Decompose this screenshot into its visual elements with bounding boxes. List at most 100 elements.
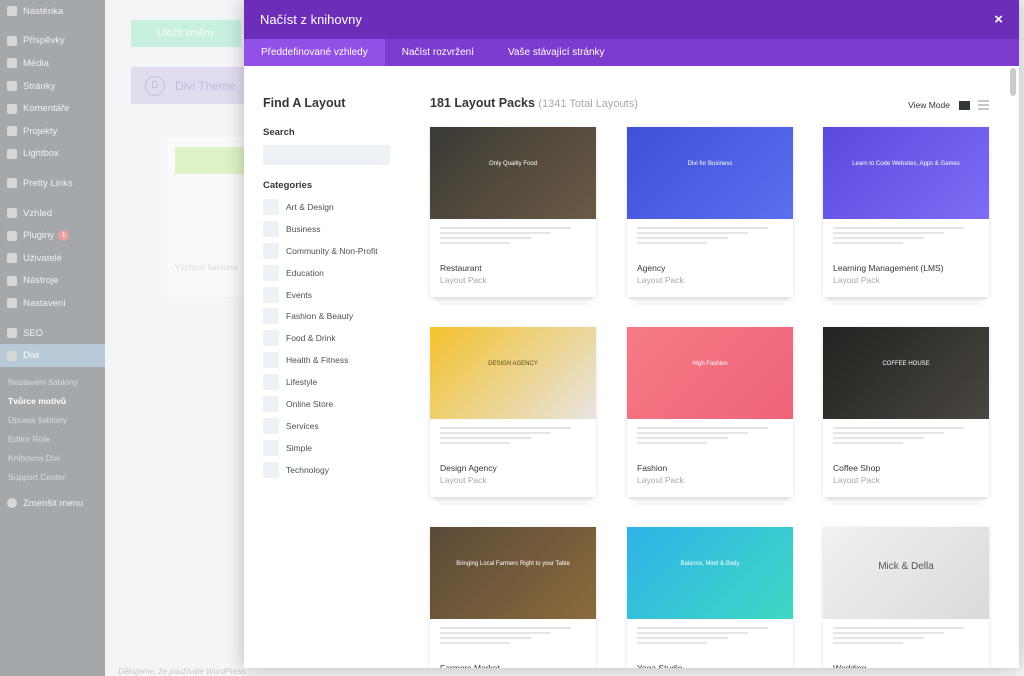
wp-submenu-item[interactable]: Tvůrce motivů: [0, 392, 105, 411]
category-checkbox[interactable]: [263, 242, 279, 259]
menu-item-label: Projekty: [23, 125, 58, 137]
menu-item-label: Příspěvky: [23, 35, 65, 47]
wp-menu-item[interactable]: Uživatelé: [0, 247, 105, 270]
layout-preview-image: Bringing Local Farmers Right to your Tab…: [430, 527, 596, 651]
category-checkbox[interactable]: [263, 374, 279, 391]
preview-hero: Divi for Business: [627, 127, 793, 219]
preview-hero: Mick & Della: [823, 527, 989, 619]
category-filter[interactable]: Events: [263, 284, 398, 306]
layout-pack-card[interactable]: Divi for Business Agency Layout Pack: [627, 127, 793, 305]
menu-item-label: Média: [23, 57, 49, 69]
menu-item-icon: [7, 58, 17, 69]
menu-item-label: Uživatelé: [23, 252, 63, 264]
layout-pack-card[interactable]: Learn to Code Websites, Apps & Games Lear…: [823, 127, 989, 305]
card-stack-shadow: [635, 501, 785, 505]
layout-pack-name: Restaurant: [440, 263, 482, 273]
preview-content-lines: [440, 227, 586, 247]
save-changes-button[interactable]: Uložit změny: [131, 20, 241, 47]
menu-item-icon: [7, 35, 17, 46]
layout-pack-card[interactable]: Mick & DellaWeddingLayout Pack: [823, 527, 989, 668]
category-filter[interactable]: Lifestyle: [263, 371, 398, 393]
grid-view-icon[interactable]: [959, 100, 970, 110]
wp-menu-item[interactable]: Vzhled: [0, 202, 105, 225]
category-checkbox[interactable]: [263, 330, 279, 347]
category-filter[interactable]: Education: [263, 262, 398, 284]
category-checkbox[interactable]: [263, 220, 279, 237]
find-layout-heading: Find A Layout: [263, 96, 346, 110]
wp-menu-item[interactable]: Komentáře: [0, 97, 105, 120]
category-filter[interactable]: Health & Fitness: [263, 349, 398, 371]
category-checkbox[interactable]: [263, 461, 279, 478]
wp-menu-item[interactable]: SEO: [0, 322, 105, 345]
scrollbar-thumb[interactable]: [1010, 68, 1016, 96]
category-checkbox[interactable]: [263, 264, 279, 281]
divi-theme-label: Divi Theme: [175, 78, 236, 93]
card-frame: Divi for Business Agency Layout Pack: [627, 127, 793, 297]
category-label: Events: [286, 289, 312, 300]
card-stack-shadow: [635, 301, 785, 305]
wp-menu-item[interactable]: Projekty: [0, 120, 105, 143]
wp-menu-item[interactable]: Nastavení: [0, 292, 105, 315]
layout-pack-card[interactable]: COFFEE HOUSE Coffee Shop Layout Pack: [823, 327, 989, 505]
wp-footer-text: Děkujeme, že používáte WordPress.: [118, 667, 248, 676]
category-filter[interactable]: Online Store: [263, 393, 398, 415]
library-modal: Načíst z knihovny × Předdefinované vzhle…: [244, 0, 1019, 668]
category-checkbox[interactable]: [263, 395, 279, 412]
category-filter[interactable]: Community & Non-Profit: [263, 240, 398, 262]
category-filter[interactable]: Business: [263, 218, 398, 240]
preview-content-lines: [440, 627, 586, 647]
wp-menu-item[interactable]: Příspěvky: [0, 30, 105, 53]
layout-preview-image: DESIGN AGENCY: [430, 327, 596, 451]
card-frame: COFFEE HOUSE Coffee Shop Layout Pack: [823, 327, 989, 497]
wp-submenu-item[interactable]: Knihovna Divi: [0, 449, 105, 468]
category-checkbox[interactable]: [263, 198, 279, 215]
wp-menu-item[interactable]: Lightbox: [0, 143, 105, 166]
wp-menu-item[interactable]: Divi: [0, 344, 105, 367]
wp-menu-item[interactable]: Stránky: [0, 75, 105, 98]
category-label: Health & Fitness: [286, 355, 349, 366]
category-checkbox[interactable]: [263, 417, 279, 434]
list-view-icon[interactable]: [978, 100, 989, 110]
menu-item-label: Divi: [23, 350, 39, 362]
category-filter[interactable]: Simple: [263, 437, 398, 459]
tab-existing-pages[interactable]: Vaše stávající stránky: [491, 39, 622, 66]
wp-menu-item[interactable]: Pluginy 1: [0, 224, 105, 247]
category-checkbox[interactable]: [263, 439, 279, 456]
tab-predefined-layouts[interactable]: Předdefinované vzhledy: [244, 39, 385, 66]
card-stack-shadow: [827, 497, 985, 501]
layout-pack-card[interactable]: Only Quality Food Restaurant Layout Pack: [430, 127, 596, 305]
layout-pack-card[interactable]: Balance, Mind & BodyYoga StudioLayout Pa…: [627, 527, 793, 668]
category-checkbox[interactable]: [263, 308, 279, 325]
wp-menu-item[interactable]: Média: [0, 52, 105, 75]
wp-menu-item[interactable]: Nástěnka: [0, 0, 105, 23]
layout-pack-type: Layout Pack: [833, 475, 880, 485]
search-input[interactable]: [263, 145, 390, 165]
layout-pack-card[interactable]: Bringing Local Farmers Right to your Tab…: [430, 527, 596, 668]
category-filter[interactable]: Technology: [263, 459, 398, 481]
category-filter[interactable]: Art & Design: [263, 196, 398, 218]
category-label: Technology: [286, 464, 330, 475]
modal-body: Find A Layout Search Categories Art & De…: [244, 66, 1019, 668]
wp-submenu-item[interactable]: Support Center: [0, 468, 105, 487]
menu-item-icon: [7, 178, 17, 189]
category-checkbox[interactable]: [263, 286, 279, 303]
wp-menu-item[interactable]: Nástroje: [0, 270, 105, 293]
collapse-menu-button[interactable]: Zmenšit menu: [0, 492, 105, 515]
layout-pack-type: Layout Pack: [637, 275, 684, 285]
card-frame: Bringing Local Farmers Right to your Tab…: [430, 527, 596, 668]
close-icon[interactable]: ×: [994, 11, 1003, 28]
category-checkbox[interactable]: [263, 352, 279, 369]
wp-submenu-item[interactable]: Úprava šablony: [0, 411, 105, 430]
layout-pack-card[interactable]: High Fashion Fashion Layout Pack: [627, 327, 793, 505]
category-label: Services: [286, 420, 319, 431]
category-filter[interactable]: Services: [263, 415, 398, 437]
category-filter[interactable]: Fashion & Beauty: [263, 305, 398, 327]
preview-hero: Learn to Code Websites, Apps & Games: [823, 127, 989, 219]
tab-load-layout[interactable]: Načíst rozvržení: [385, 39, 491, 66]
category-filter[interactable]: Food & Drink: [263, 327, 398, 349]
menu-item-label: Nastavení: [23, 297, 66, 309]
wp-submenu-item[interactable]: Nastavení šablony: [0, 373, 105, 392]
wp-menu-item[interactable]: Pretty Links: [0, 172, 105, 195]
wp-submenu-item[interactable]: Editor Role: [0, 430, 105, 449]
layout-pack-card[interactable]: DESIGN AGENCY Design Agency Layout Pack: [430, 327, 596, 505]
